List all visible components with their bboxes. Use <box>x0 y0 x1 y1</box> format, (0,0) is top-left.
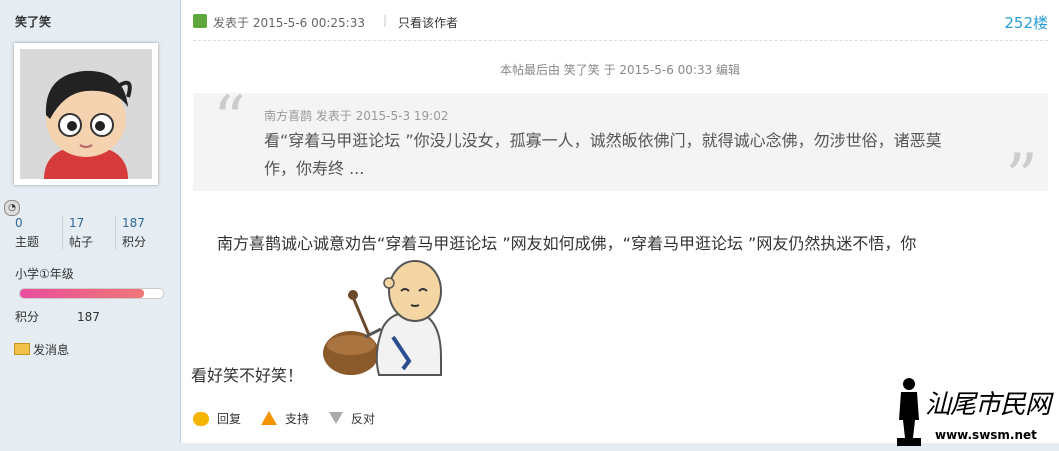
user-level[interactable]: 小学①年级 <box>15 265 74 282</box>
stat-threads-label: 主题 <box>15 235 40 249</box>
credit-row: 积分 187 <box>15 308 100 325</box>
credit-label: 积分 <box>15 310 40 324</box>
edited-note: 本帖最后由 笑了笑 于 2015-5-6 00:33 编辑 <box>499 63 741 77</box>
watermark-url: www.swsm.net <box>935 428 1037 442</box>
quote-open-icon: “ <box>213 83 246 157</box>
stat-credits-value: 187 <box>122 216 145 230</box>
quote-close-icon: ” <box>1005 141 1038 215</box>
monk-emoticon <box>323 260 442 376</box>
stat-posts-value: 17 <box>69 216 85 230</box>
quote-text: 看“穿着马甲逛论坛 ”你没儿没女，孤寡一人，诚然皈依佛门，就得诚心念佛，勿涉世俗… <box>264 131 942 178</box>
reply-label: 回复 <box>217 412 242 426</box>
support-icon <box>261 411 277 425</box>
header-divider <box>193 40 1048 41</box>
quote-block: “ 南方喜鹊 发表于 2015-5-3 19:02 看“穿着马甲逛论坛 ”你没儿… <box>193 83 1048 215</box>
post-time: 发表于 2015-5-6 00:25:33 <box>213 16 365 30</box>
send-message-link[interactable]: 发消息 <box>14 341 69 358</box>
reply-icon <box>193 412 209 426</box>
reply-button[interactable]: 回复 <box>193 410 241 427</box>
avatar[interactable] <box>14 43 158 185</box>
header-separator: | <box>383 13 388 27</box>
oppose-icon <box>329 412 343 424</box>
watermark-title: 汕尾市民网 <box>925 390 1051 420</box>
avatar-image <box>20 49 152 179</box>
send-message-label: 发消息 <box>33 343 70 357</box>
message-icon <box>14 343 30 355</box>
stat-divider <box>62 216 63 250</box>
oppose-button[interactable]: 反对 <box>329 410 375 427</box>
author-sidebar: 笑了笑 ◔ 0 主题 17 帖子 187 积分 小学①年级 积分 187 发消息 <box>0 0 181 443</box>
oppose-label: 反对 <box>351 412 376 426</box>
support-label: 支持 <box>285 412 310 426</box>
level-progress-bar <box>19 288 164 299</box>
body-line-2: 看好笑不好笑！ <box>191 366 304 385</box>
body-line-1: 南方喜鹊诚心诚意劝告“穿着马甲逛论坛 ”网友如何成佛，“穿着马甲逛论坛 ”网友仍… <box>217 234 917 253</box>
stat-credits[interactable]: 187 积分 <box>122 216 146 250</box>
credit-value: 187 <box>77 310 100 324</box>
stat-posts-label: 帖子 <box>69 235 94 249</box>
stat-threads[interactable]: 0 主题 <box>15 216 39 250</box>
site-watermark: 汕尾市民网 www.swsm.net <box>895 376 1055 446</box>
only-author-link[interactable]: 只看该作者 <box>398 14 458 31</box>
floor-number[interactable]: 252楼 <box>1004 12 1048 33</box>
post-time-icon <box>193 14 207 28</box>
online-status-icon: ◔ <box>4 200 20 216</box>
stat-credits-label: 积分 <box>122 235 147 249</box>
quote-meta[interactable]: 南方喜鹊 发表于 2015-5-3 19:02 <box>264 107 449 124</box>
support-button[interactable]: 支持 <box>261 410 309 427</box>
stat-divider <box>115 216 116 250</box>
stat-posts[interactable]: 17 帖子 <box>69 216 93 250</box>
watermark-figure-icon <box>897 378 921 446</box>
level-progress-fill <box>20 289 145 298</box>
stat-threads-value: 0 <box>15 216 23 230</box>
author-name[interactable]: 笑了笑 <box>15 13 51 30</box>
